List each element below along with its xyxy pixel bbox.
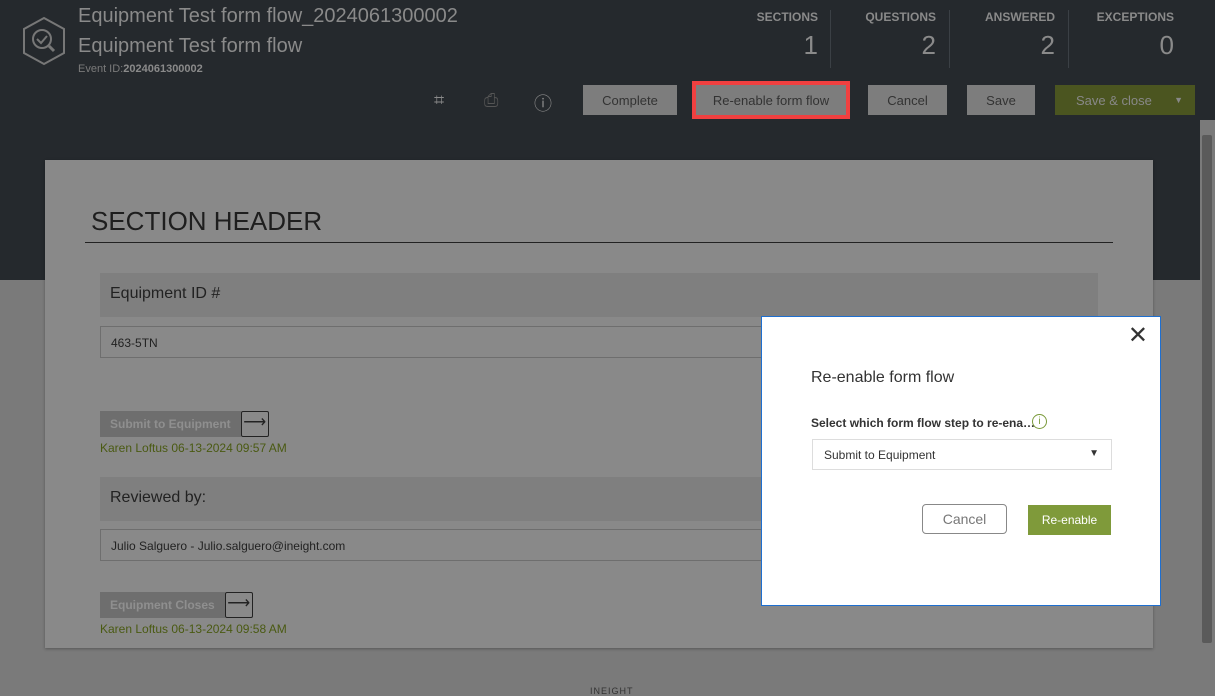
complete-button[interactable]: Complete <box>583 85 677 115</box>
stat-value: 2 <box>921 30 936 60</box>
question-label: Equipment ID # <box>100 273 1098 317</box>
arrow-right-icon[interactable]: ⟶ <box>224 592 253 618</box>
close-icon[interactable]: ✕ <box>1128 321 1148 350</box>
stat-exceptions: EXCEPTIONS 0 <box>1068 10 1186 68</box>
form-subtitle: Equipment Test form flow <box>78 35 303 57</box>
step-select-label: Select which form flow step to re-ena… <box>811 416 1036 430</box>
stat-label: QUESTIONS <box>865 10 936 24</box>
event-id-label: Event ID: <box>78 63 124 75</box>
stat-label: ANSWERED <box>984 10 1055 24</box>
print-icon[interactable]: ⎙ <box>484 90 498 111</box>
highlight-box <box>692 81 850 119</box>
stat-value: 1 <box>803 30 818 60</box>
inspection-logo-icon <box>23 16 65 66</box>
event-id: Event ID:2024061300002 <box>78 63 203 75</box>
save-close-button[interactable]: Save & close ▼ <box>1055 85 1195 115</box>
reviewed-by-input[interactable]: Julio Salguero - Julio.salguero@ineight.… <box>100 529 800 561</box>
scrollbar-thumb[interactable] <box>1202 135 1212 643</box>
dialog-cancel-button[interactable]: Cancel <box>922 504 1007 534</box>
equipment-id-input[interactable]: 463-5TN <box>100 326 800 358</box>
event-id-value: 2024061300002 <box>123 63 203 75</box>
flow-button-label: Equipment Closes <box>100 592 225 618</box>
reenable-confirm-button[interactable]: Re-enable <box>1028 505 1111 535</box>
form-title: Equipment Test form flow_2024061300002 <box>78 5 458 27</box>
cancel-button[interactable]: Cancel <box>868 85 947 115</box>
submit-to-equipment-button[interactable]: Submit to Equipment ⟶ <box>100 411 269 437</box>
flow-button-label: Submit to Equipment <box>100 411 241 437</box>
caret-down-icon: ▼ <box>1089 448 1099 459</box>
dialog-title: Re-enable form flow <box>811 369 955 386</box>
save-close-label: Save & close <box>1076 92 1152 108</box>
reenable-dialog: ✕ Re-enable form flow Select which form … <box>761 316 1161 606</box>
stat-value: 2 <box>1040 30 1055 60</box>
save-button[interactable]: Save <box>967 85 1035 115</box>
arrow-right-icon[interactable]: ⟶ <box>240 411 269 437</box>
workflow-icon[interactable]: ⌗ <box>434 90 444 111</box>
info-icon[interactable]: ⓘ <box>534 90 552 116</box>
stat-answered: ANSWERED 2 <box>949 10 1067 68</box>
step-select[interactable]: Submit to Equipment ▼ <box>812 439 1112 470</box>
section-header: SECTION HEADER <box>85 206 1113 243</box>
stat-sections: SECTIONS 1 <box>712 10 830 68</box>
stat-value: 0 <box>1159 30 1174 60</box>
chevron-down-icon[interactable]: ▼ <box>1174 95 1183 105</box>
info-icon[interactable]: i <box>1032 414 1047 429</box>
header-bar: Equipment Test form flow_2024061300002 E… <box>0 0 1215 120</box>
signed-by: Karen Loftus 06-13-2024 09:58 AM <box>100 622 287 636</box>
signed-by: Karen Loftus 06-13-2024 09:57 AM <box>100 441 287 455</box>
equipment-closes-button[interactable]: Equipment Closes ⟶ <box>100 592 253 618</box>
stat-label: SECTIONS <box>756 10 818 24</box>
footer-logo: INEIGHT <box>590 686 634 696</box>
stat-label: EXCEPTIONS <box>1096 10 1174 24</box>
selected-value: Submit to Equipment <box>824 448 936 462</box>
stat-questions: QUESTIONS 2 <box>830 10 948 68</box>
